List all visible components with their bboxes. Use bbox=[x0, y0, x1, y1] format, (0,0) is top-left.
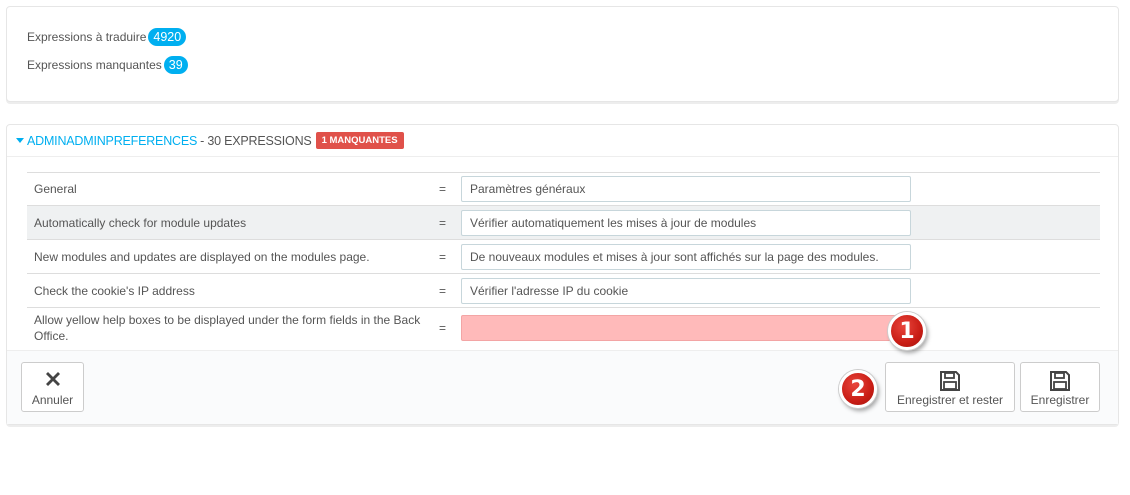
equals-sign: = bbox=[439, 250, 447, 264]
stat-missing-label: Expressions manquantes bbox=[27, 58, 162, 72]
equals-sign: = bbox=[439, 182, 447, 196]
stat-to-translate-label: Expressions à traduire bbox=[27, 30, 147, 44]
stat-missing-badge: 39 bbox=[163, 56, 188, 74]
equals-sign: = bbox=[439, 216, 447, 230]
source-text: New modules and updates are displayed on… bbox=[34, 250, 370, 264]
table-row: New modules and updates are displayed on… bbox=[27, 239, 1100, 273]
close-icon bbox=[43, 369, 63, 392]
save-button[interactable]: Enregistrer bbox=[1020, 362, 1100, 412]
source-text: Allow yellow help boxes to be displayed … bbox=[34, 313, 421, 343]
cancel-button[interactable]: Annuler bbox=[21, 362, 84, 412]
stats-panel: Expressions à traduire 4920 Expressions … bbox=[6, 6, 1119, 102]
table-row: Allow yellow help boxes to be displayed … bbox=[27, 307, 1100, 349]
equals-sign: = bbox=[439, 321, 447, 335]
cancel-label: Annuler bbox=[31, 393, 74, 407]
missing-badge: 1 MANQUANTES bbox=[315, 132, 404, 149]
source-text: Automatically check for module updates bbox=[34, 216, 247, 230]
stat-to-translate: Expressions à traduire 4920 bbox=[27, 28, 187, 46]
save-icon bbox=[1048, 369, 1072, 396]
equals-sign: = bbox=[439, 284, 447, 298]
save-icon bbox=[938, 369, 962, 396]
annotation-marker-2: 2 bbox=[839, 370, 877, 408]
table-row: Check the cookie's IP address = bbox=[27, 273, 1100, 307]
section-heading: ADMINADMINPREFERENCES - 30 EXPRESSIONS 1… bbox=[7, 125, 1118, 157]
translation-input[interactable] bbox=[461, 210, 911, 236]
stat-missing: Expressions manquantes 39 bbox=[27, 56, 188, 74]
panel-footer: Annuler Enregistrer et rester Enregistre… bbox=[7, 350, 1118, 424]
section-toggle-link[interactable]: ADMINADMINPREFERENCES bbox=[27, 134, 197, 148]
translation-input[interactable] bbox=[461, 244, 911, 270]
table-row: Automatically check for module updates = bbox=[27, 205, 1100, 239]
translation-input[interactable] bbox=[461, 278, 911, 304]
caret-down-icon[interactable] bbox=[16, 138, 24, 143]
annotation-marker-1: 1 bbox=[888, 312, 926, 350]
stat-to-translate-badge: 4920 bbox=[148, 28, 187, 46]
source-text: Check the cookie's IP address bbox=[34, 284, 195, 298]
section-expression-count: - 30 EXPRESSIONS bbox=[200, 133, 312, 148]
translation-input[interactable] bbox=[461, 176, 911, 202]
save-and-stay-button[interactable]: Enregistrer et rester bbox=[885, 362, 1015, 412]
table-row: General = bbox=[27, 172, 1100, 205]
source-text: General bbox=[34, 182, 77, 196]
translation-input-missing[interactable] bbox=[461, 315, 911, 341]
translation-panel: ADMINADMINPREFERENCES - 30 EXPRESSIONS 1… bbox=[6, 124, 1119, 425]
